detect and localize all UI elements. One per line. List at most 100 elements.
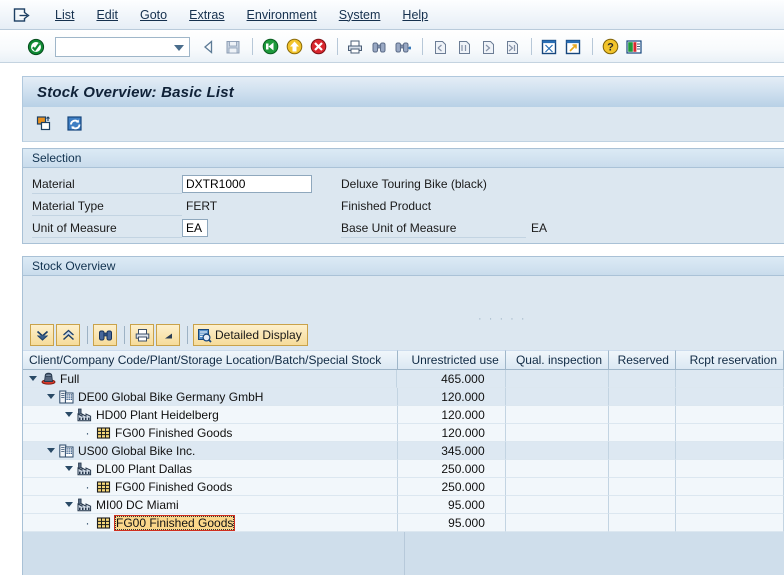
material-input[interactable]: DXTR1000 <box>182 175 312 193</box>
print-icon[interactable] <box>344 36 366 58</box>
save-disk-icon[interactable] <box>222 36 244 58</box>
left-gutter <box>0 76 22 575</box>
cell-qual <box>505 442 609 460</box>
menu-item-help[interactable]: Help <box>391 7 439 23</box>
menu-item-system[interactable]: System <box>328 7 392 23</box>
plant-factory-icon <box>77 462 92 476</box>
toolbar-separator <box>592 38 593 55</box>
table-row[interactable]: DL00 Plant Dallas 250.000 <box>23 460 784 478</box>
exit-box-arrow-icon[interactable] <box>12 6 32 24</box>
unit-of-measure-input[interactable]: EA <box>182 219 208 237</box>
last-page-icon[interactable] <box>501 36 523 58</box>
table-row[interactable]: · FG00 Finished Goods 120.000 <box>23 424 784 442</box>
plant-factory-icon <box>77 498 92 512</box>
menu-item-edit[interactable]: Edit <box>85 7 129 23</box>
cell-qual <box>505 478 610 496</box>
chevron-down-icon[interactable] <box>174 44 184 51</box>
cell-rcpt <box>675 478 784 496</box>
table-row[interactable]: Full 465.000 <box>23 370 784 388</box>
exit-yellow-up-icon[interactable] <box>283 36 305 58</box>
tree-node-label[interactable]: MI00 DC Miami <box>96 498 179 512</box>
tree-node-label[interactable]: HD00 Plant Heidelberg <box>96 408 219 422</box>
tree-node-cell[interactable]: DE00 Global Bike Germany GmbH <box>23 388 398 406</box>
column-header-unrestricted-use[interactable]: Unrestricted use <box>397 350 506 370</box>
chevron-down-icon[interactable] <box>29 376 37 381</box>
previous-page-icon[interactable] <box>453 36 475 58</box>
cell-reserved <box>608 370 676 388</box>
cell-rcpt <box>675 442 784 460</box>
cancel-red-x-icon[interactable] <box>307 36 329 58</box>
cell-qual <box>505 424 610 442</box>
plant-factory-icon <box>77 408 92 422</box>
menu-item-goto[interactable]: Goto <box>129 7 178 23</box>
detailed-display-button[interactable]: Detailed Display <box>193 324 308 346</box>
create-shortcut-icon[interactable] <box>562 36 584 58</box>
command-field[interactable] <box>55 36 190 57</box>
menu-item-extras[interactable]: Extras <box>178 7 235 23</box>
help-question-icon[interactable]: ? <box>599 36 621 58</box>
tree-node-label[interactable]: FG00 Finished Goods <box>115 480 232 494</box>
new-session-icon[interactable] <box>538 36 560 58</box>
alv-toolbar-separator <box>124 326 125 344</box>
chevron-down-icon[interactable] <box>65 412 73 417</box>
table-row[interactable]: · FG00 Finished Goods 95.000 <box>23 514 784 532</box>
tree-node-label[interactable]: US00 Global Bike Inc. <box>78 444 195 458</box>
storage-location-icon <box>96 480 111 494</box>
print-menu-button[interactable] <box>156 324 180 346</box>
first-page-icon[interactable] <box>429 36 451 58</box>
tree-node-label[interactable]: DE00 Global Bike Germany GmbH <box>78 390 263 404</box>
chevron-down-icon[interactable] <box>47 448 55 453</box>
next-page-icon[interactable] <box>477 36 499 58</box>
cell-rcpt <box>675 388 784 406</box>
tree-node-cell[interactable]: US00 Global Bike Inc. <box>23 442 398 460</box>
cell-unrestricted: 120.000 <box>397 424 506 442</box>
menu-label-system: System <box>338 7 381 22</box>
splitter-handle[interactable]: · · · · · <box>478 313 527 325</box>
tree-node-label[interactable]: FG00 Finished Goods <box>115 426 232 440</box>
command-input[interactable] <box>58 38 176 55</box>
cell-rcpt <box>675 496 784 514</box>
system-toolbar: ? <box>0 31 784 63</box>
collapse-all-button[interactable] <box>56 324 80 346</box>
leaf-bullet-icon: · <box>85 425 90 440</box>
menu-item-list[interactable]: List <box>44 7 85 23</box>
column-header-reserved[interactable]: Reserved <box>609 350 676 370</box>
table-row[interactable]: MI00 DC Miami 95.000 <box>23 496 784 514</box>
chevron-down-icon[interactable] <box>47 394 55 399</box>
material-type-value: FERT <box>186 199 218 213</box>
tree-node-cell[interactable]: · FG00 Finished Goods <box>23 514 398 532</box>
tree-node-label[interactable]: DL00 Plant Dallas <box>96 462 192 476</box>
column-header-tree[interactable]: Client/Company Code/Plant/Storage Locati… <box>23 350 398 370</box>
expand-all-button[interactable] <box>30 324 54 346</box>
table-row[interactable]: HD00 Plant Heidelberg 120.000 <box>23 406 784 424</box>
chevron-down-icon[interactable] <box>65 502 73 507</box>
back-triangle-icon[interactable] <box>198 36 220 58</box>
find-binoculars-icon[interactable] <box>368 36 390 58</box>
tree-node-label-selected[interactable]: FG00 Finished Goods <box>114 514 236 531</box>
tree-node-cell[interactable]: MI00 DC Miami <box>23 496 398 514</box>
cell-unrestricted: 345.000 <box>397 442 506 460</box>
column-header-qual-inspection[interactable]: Qual. inspection <box>505 350 609 370</box>
other-material-icon[interactable] <box>33 112 57 136</box>
table-row[interactable]: US00 Global Bike Inc. 345.000 <box>23 442 784 460</box>
menu-bar: List Edit Goto Extras Environment System… <box>0 0 784 30</box>
page-title: Stock Overview: Basic List <box>37 83 234 101</box>
chevron-down-icon[interactable] <box>65 466 73 471</box>
find-next-binoculars-icon[interactable] <box>392 36 414 58</box>
menu-item-environment[interactable]: Environment <box>236 7 328 23</box>
green-check-enter-icon[interactable] <box>25 36 47 58</box>
back-green-arrow-icon[interactable] <box>259 36 281 58</box>
tree-node-cell[interactable]: Full <box>23 370 398 388</box>
find-button[interactable] <box>93 324 117 346</box>
table-row[interactable]: · FG00 Finished Goods 250.000 <box>23 478 784 496</box>
print-button[interactable] <box>130 324 154 346</box>
tree-node-cell[interactable]: DL00 Plant Dallas <box>23 460 398 478</box>
refresh-icon[interactable] <box>63 112 87 136</box>
tree-node-cell[interactable]: HD00 Plant Heidelberg <box>23 406 398 424</box>
tree-node-cell[interactable]: · FG00 Finished Goods <box>23 424 398 442</box>
tree-node-cell[interactable]: · FG00 Finished Goods <box>23 478 398 496</box>
tree-node-label[interactable]: Full <box>60 372 79 386</box>
table-row[interactable]: DE00 Global Bike Germany GmbH 120.000 <box>23 388 784 406</box>
layout-menu-icon[interactable] <box>623 36 645 58</box>
column-header-rcpt-reservation[interactable]: Rcpt reservation <box>675 350 784 370</box>
